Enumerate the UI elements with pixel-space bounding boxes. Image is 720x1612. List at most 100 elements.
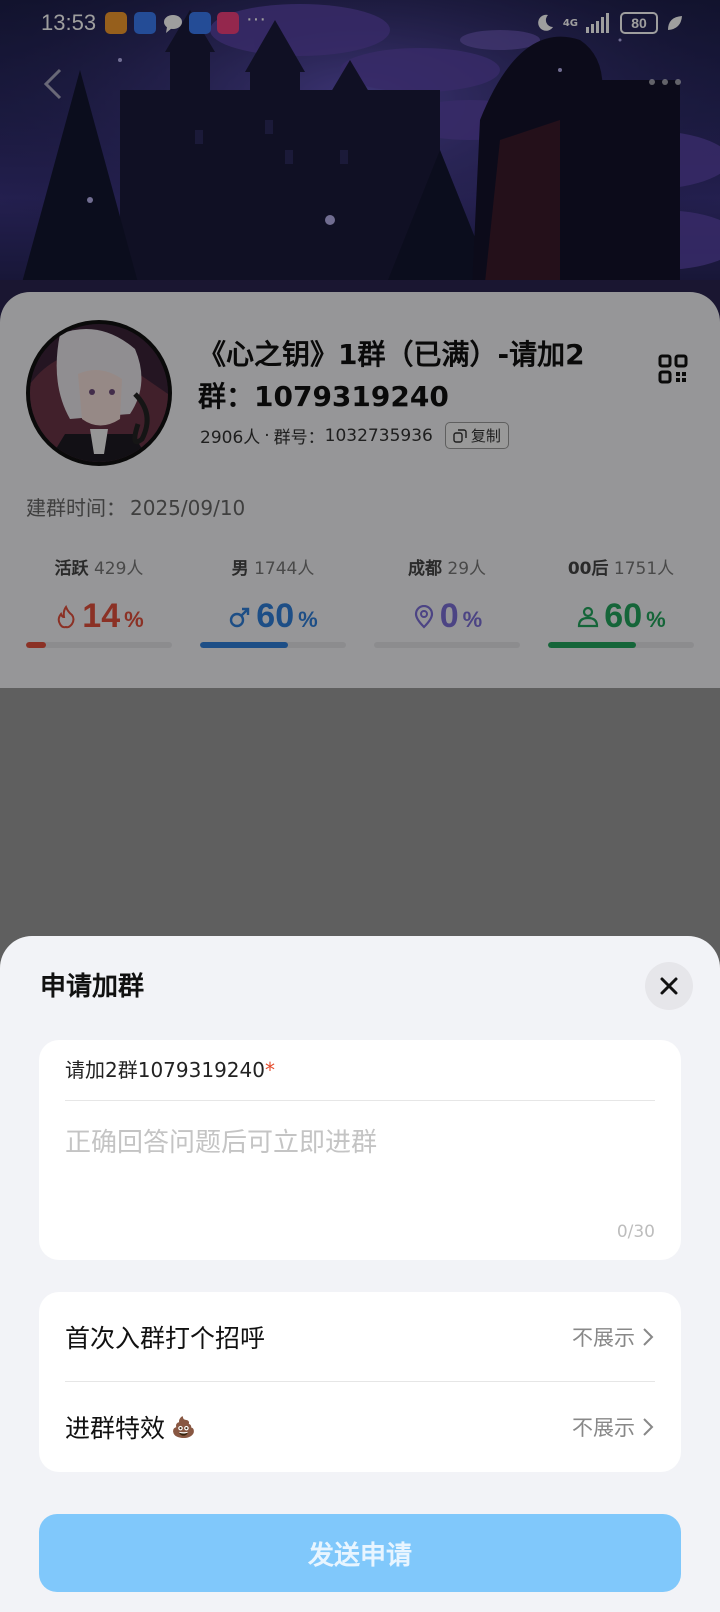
copy-id-button[interactable]: 复制 [444,422,509,449]
stat-location: 成都 29人 0% [374,554,520,654]
stat-progress-track [548,642,694,648]
flame-icon [58,604,75,628]
join-request-sheet: 申请加群 请加2群1079319240* 0/30 首次入群打个招呼 不展示 进… [0,936,720,1612]
chevron-left-icon [43,68,62,100]
group-meta: 2906人 · 群号： 1032735936 复制 [200,422,509,449]
stat-age: 00后 1751人 60% [548,554,694,654]
group-id: 1032735936 [324,425,433,446]
copy-label: 复制 [470,427,501,445]
stat-key: 活跃 [54,559,89,579]
cover-illustration [0,0,720,330]
question-panel: 请加2群1079319240* 0/30 [39,1040,681,1260]
stat-progress-track [200,642,346,648]
question-label: 请加2群1079319240 [65,1058,265,1082]
moon-icon [538,14,553,31]
stat-detail: 1751人 [613,559,675,579]
join-effect-row[interactable]: 进群特效 💩 不展示 [39,1382,681,1472]
group-name: 《心之钥》1群（已满）-请加2群：1079319240 [198,338,585,413]
male-icon [230,607,250,627]
browser-notification-icon [189,12,211,34]
stat-label: 成都 29人 [374,554,520,579]
stat-progress-fill [26,642,47,648]
qr-code-button[interactable] [658,354,688,384]
stat-key: 成都 [407,559,442,579]
stat-detail: 29人 [447,559,487,579]
header-banner [0,0,720,330]
chevron-right-icon [643,1328,654,1346]
join-effect-value-wrap: 不展示 [572,1412,655,1442]
greeting-row[interactable]: 首次入群打个招呼 不展示 [39,1292,681,1382]
group-stats: 活跃 429人 14% 男 1744人 60% 成都 29人 0% 00后 17… [26,554,694,654]
question-text: 请加2群1079319240* [65,1054,275,1083]
member-count: 2906人 [200,428,261,448]
created-date: 2025/09/10 [130,496,246,520]
back-button[interactable] [38,64,68,104]
sheet-title: 申请加群 [40,972,145,1002]
more-dots-icon [649,79,681,85]
copy-icon [453,428,467,443]
more-notifications-icon: ··· [246,8,266,30]
stat-progress-fill [200,642,288,648]
stat-value: 60% [200,597,346,636]
close-button[interactable] [645,962,693,1010]
stat-detail: 429人 [93,559,144,579]
greeting-label: 首次入群打个招呼 [65,1324,266,1353]
more-options-button[interactable] [648,74,682,90]
greeting-value: 不展示 [572,1326,635,1350]
close-icon [660,977,678,995]
network-type: 4G [562,17,578,29]
greeting-value-wrap: 不展示 [572,1322,655,1352]
person-icon [578,606,599,627]
stat-key: 男 [231,559,249,579]
char-counter: 0/30 [616,1222,655,1242]
app-notification-icon [105,12,127,34]
send-request-button[interactable]: 发送申请 [39,1514,681,1592]
divider [65,1100,655,1101]
stat-value: 60% [548,597,694,636]
stat-unit: % [646,607,666,632]
stat-number: 60 [604,597,643,635]
stat-value: 14% [26,597,172,636]
options-panel: 首次入群打个招呼 不展示 进群特效 💩 不展示 [39,1292,681,1472]
qr-code-icon [658,354,688,384]
required-mark: * [264,1058,275,1082]
created-label: 建群时间： [26,496,126,520]
effect-emoji: 💩 [171,1415,196,1439]
leaf-icon [668,16,682,30]
created-time: 建群时间： 2025/09/10 [26,492,245,521]
group-avatar[interactable] [26,320,172,466]
stat-value: 0% [374,597,520,636]
stat-progress-fill [548,642,636,648]
group-info-card: 《心之钥》1群（已满）-请加2群：1079319240 2906人 · 群号： … [0,292,720,688]
join-effect-value: 不展示 [572,1416,635,1440]
stat-active: 活跃 429人 14% [26,554,172,654]
stat-label: 男 1744人 [200,554,346,579]
meta-separator: · [264,425,270,446]
stat-detail: 1744人 [254,559,315,579]
stat-key: 00后 [567,559,609,579]
stat-number: 60 [256,597,295,635]
stat-number: 0 [439,597,459,635]
stat-number: 14 [82,597,121,635]
join-effect-label: 进群特效 [65,1414,166,1443]
status-bar: 13:53 ··· 4G 80 [0,0,720,48]
group-id-label: 群号： [273,428,325,448]
stat-progress-track [374,642,520,648]
battery-icon: 80 [620,12,658,34]
status-time: 13:53 [41,10,97,35]
browser-notification-icon [134,12,156,34]
chevron-right-icon [643,1418,654,1436]
stat-label: 00后 1751人 [548,554,694,579]
chat-bubble-icon [162,12,184,34]
signal-icon [586,13,609,33]
avatar-image [30,324,168,462]
stat-unit: % [298,607,318,632]
location-pin-icon [414,604,433,629]
stat-unit: % [124,607,144,632]
stat-progress-track [26,642,172,648]
app-notification-icon [217,12,239,34]
answer-input[interactable] [65,1128,655,1158]
stat-male: 男 1744人 60% [200,554,346,654]
stat-unit: % [462,607,483,632]
stat-label: 活跃 429人 [26,554,172,579]
